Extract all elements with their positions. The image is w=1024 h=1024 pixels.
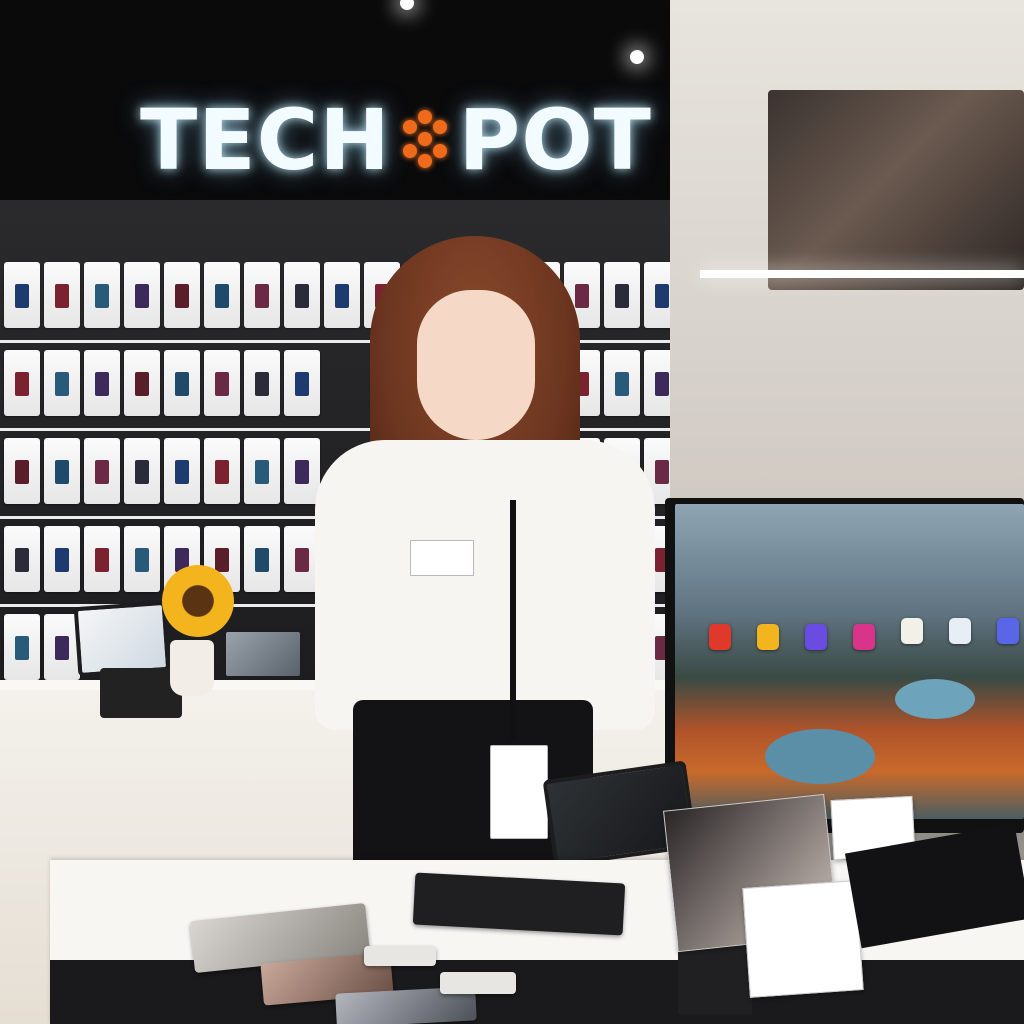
display-monitor xyxy=(665,498,1024,833)
phone-case-package xyxy=(204,438,240,504)
store-sign: TECH POT xyxy=(140,60,652,220)
phone-case-package xyxy=(124,526,160,592)
phone-case-package xyxy=(44,262,80,328)
app-icon xyxy=(853,624,875,650)
phone-case-package xyxy=(84,438,120,504)
store-sign-text-right: POT xyxy=(458,91,652,189)
flower-vase xyxy=(170,640,214,696)
advertising-poster xyxy=(768,90,1024,290)
monitor-screen xyxy=(675,504,1024,819)
app-icon xyxy=(757,624,779,650)
app-icon xyxy=(805,624,827,650)
store-sign-text-left: TECH xyxy=(140,91,391,189)
phone-case-package xyxy=(84,262,120,328)
phone-case-package xyxy=(44,438,80,504)
phone-case-package xyxy=(4,438,40,504)
phone-case-package xyxy=(124,350,160,416)
phone-case-package xyxy=(44,350,80,416)
store-scene: TECH POT xyxy=(0,0,1024,1024)
app-icon xyxy=(901,618,923,644)
phone-case-package xyxy=(164,262,200,328)
demo-tablet xyxy=(73,600,171,678)
demo-tablet xyxy=(222,628,304,680)
phone-case-package xyxy=(164,438,200,504)
phone-case-package xyxy=(204,262,240,328)
phone-case-package xyxy=(244,262,280,328)
phone-case-package xyxy=(124,262,160,328)
phone-case-package xyxy=(244,526,280,592)
landscape-lake xyxy=(895,679,975,719)
face xyxy=(417,290,535,440)
orange-dot-cluster-icon xyxy=(395,110,455,170)
app-icon xyxy=(709,624,731,650)
product-card xyxy=(412,872,626,936)
display-light-strip xyxy=(700,270,1024,278)
landscape-lake xyxy=(765,729,875,784)
white-blouse xyxy=(315,440,655,730)
phone-case-package xyxy=(244,350,280,416)
price-placard xyxy=(742,880,864,998)
phone-case-package xyxy=(4,350,40,416)
sunflower-decoration xyxy=(162,565,234,637)
phone-case-package xyxy=(4,614,40,680)
phone-case-package xyxy=(164,350,200,416)
phone-case-package xyxy=(84,350,120,416)
name-tag xyxy=(410,540,474,576)
phone-case-package xyxy=(4,262,40,328)
product-card xyxy=(364,946,436,966)
app-icon xyxy=(949,618,971,644)
id-badge xyxy=(490,745,548,839)
lanyard xyxy=(510,500,516,740)
phone-case-package xyxy=(4,526,40,592)
phone-case-package xyxy=(124,438,160,504)
phone-case-package xyxy=(84,526,120,592)
phone-case-package xyxy=(44,526,80,592)
phone-case-package xyxy=(204,350,240,416)
phone-case-package xyxy=(244,438,280,504)
product-card xyxy=(440,972,516,994)
app-icon xyxy=(997,618,1019,644)
